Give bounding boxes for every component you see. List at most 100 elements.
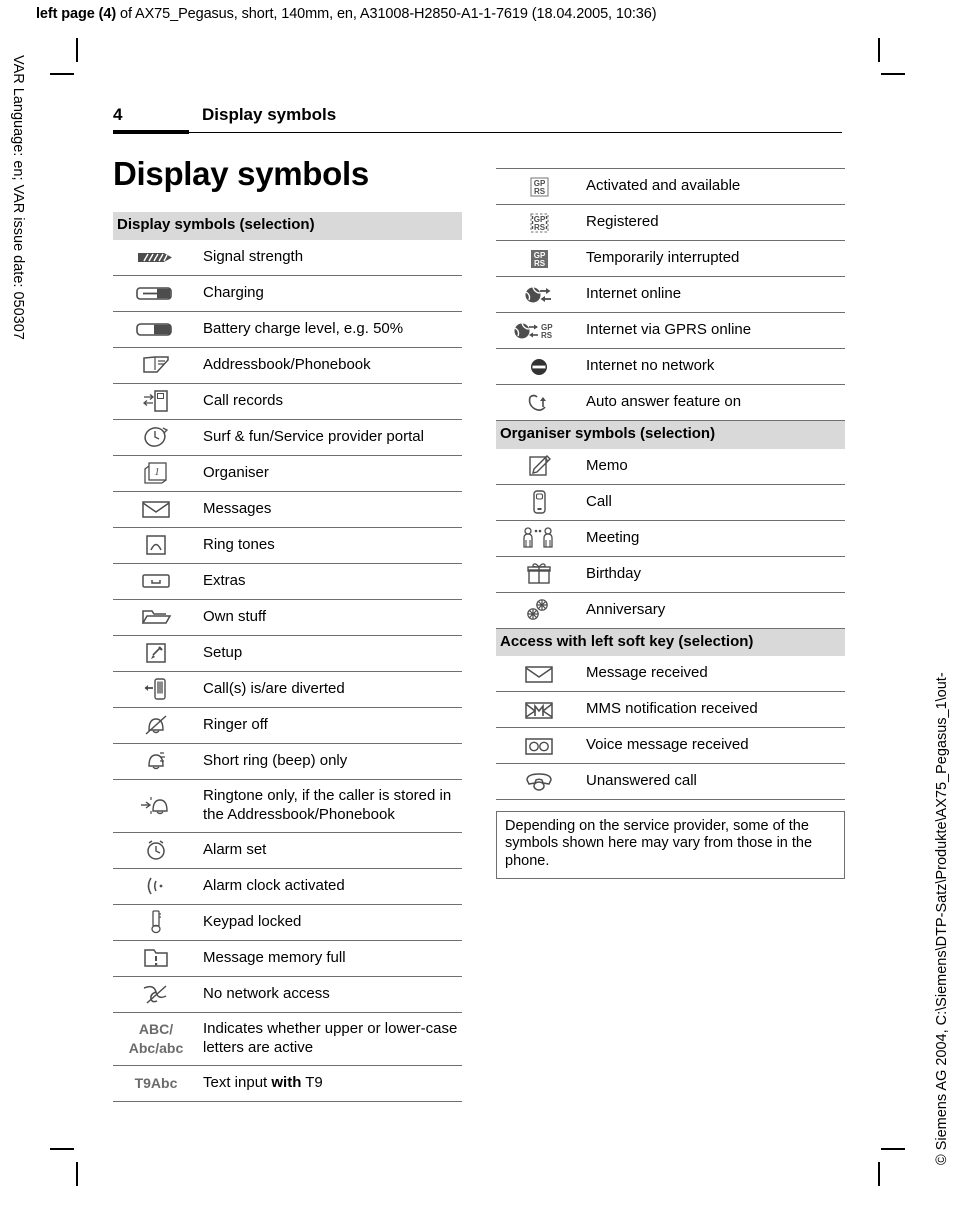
alarm-clock-icon <box>113 869 199 904</box>
sidebar-copyright: © Siemens AG 2004, C:\Siemens\DTP-Satz\P… <box>934 672 950 1165</box>
row-label: Ring tones <box>203 535 275 553</box>
table-row: Signal strength <box>113 240 462 276</box>
gprs-available-icon: GP RS <box>496 169 582 204</box>
internet-gprs-online-icon: GP RS <box>496 313 582 348</box>
running-head-title: Display symbols <box>202 105 337 124</box>
table-row: Call records <box>113 384 462 420</box>
row-label: Keypad locked <box>203 912 302 930</box>
table-row: T9Abc Text input with T9 <box>113 1066 462 1102</box>
ringer-off-icon <box>113 708 199 743</box>
svg-text:RS: RS <box>541 331 553 340</box>
head-rule-thick <box>113 130 189 134</box>
row-label: Birthday <box>586 564 642 582</box>
own-stuff-icon <box>113 600 199 635</box>
row-label: Memo <box>586 456 628 474</box>
t9-label: T9Abc <box>134 1074 178 1091</box>
message-memory-full-icon <box>113 941 199 976</box>
row-label: Meeting <box>586 528 640 546</box>
table-row: Anniversary <box>496 593 845 629</box>
crop-mark-top-left-horizontal <box>50 73 74 75</box>
anniversary-icon <box>496 593 582 628</box>
row-label: Ringer off <box>203 715 268 733</box>
row-label: Text input with T9 <box>199 1069 462 1097</box>
message-received-icon <box>496 656 582 691</box>
row-label: Indicates whether upper or lower-case le… <box>203 1020 458 1056</box>
call-icon <box>496 485 582 520</box>
row-label: Battery charge level, e.g. 50% <box>203 319 404 337</box>
section-header-softkey: Access with left soft key (selection) <box>496 628 845 656</box>
row-label: Short ring (beep) only <box>203 751 348 769</box>
section-header-display-symbols: Display symbols (selection) <box>113 212 462 240</box>
svg-text:RS: RS <box>534 187 546 196</box>
short-ring-icon <box>113 744 199 779</box>
table-row: Ring tones <box>113 528 462 564</box>
slug-details: of AX75_Pegasus, short, 140mm, en, A3100… <box>116 6 657 22</box>
table-row: GP RS Activated and available <box>496 169 845 205</box>
table-row: Message memory full <box>113 941 462 977</box>
signal-strength-icon <box>113 240 199 275</box>
table-row: ABC/ Abc/abc Indicates whether upper or … <box>113 1013 462 1066</box>
table-row: GP RS Internet via GPRS online <box>496 313 845 349</box>
auto-answer-icon <box>496 385 582 420</box>
row-label: Addressbook/Phonebook <box>203 355 371 373</box>
table-row: Ringer off <box>113 708 462 744</box>
table-row: Messages <box>113 492 462 528</box>
head-rule <box>113 132 842 133</box>
table-row: Internet no network <box>496 349 845 385</box>
ring-tones-icon <box>113 528 199 563</box>
table-row: Alarm clock activated <box>113 869 462 905</box>
row-label: Call <box>586 492 612 510</box>
row-label: No network access <box>203 984 330 1002</box>
table-row: Meeting <box>496 521 845 557</box>
row-label: Internet no network <box>586 357 715 375</box>
row-label: MMS notification received <box>586 700 758 718</box>
table-row: Voice message received <box>496 728 845 764</box>
table-row: Call <box>496 485 845 521</box>
t9-text-bold: with <box>271 1073 302 1091</box>
crop-mark-top-right-vertical <box>878 38 880 62</box>
row-label: Messages <box>203 499 272 517</box>
mms-notification-icon <box>496 692 582 727</box>
crop-mark-bottom-left-vertical <box>76 1162 78 1186</box>
voice-message-icon <box>496 728 582 763</box>
table-row: MMS notification received <box>496 692 845 728</box>
svg-text:RS: RS <box>534 223 546 232</box>
section-header-organiser: Organiser symbols (selection) <box>496 421 845 449</box>
gprs-interrupted-icon: GP RS <box>496 241 582 276</box>
birthday-icon <box>496 557 582 592</box>
row-label: Auto answer feature on <box>586 393 742 411</box>
row-label: Setup <box>203 643 243 661</box>
table-row: Message received <box>496 656 845 692</box>
row-label: Alarm clock activated <box>203 876 345 894</box>
case-indicator-line1: ABC/ <box>138 1021 174 1038</box>
svg-text:1: 1 <box>154 466 160 478</box>
provider-note: Depending on the service provider, some … <box>496 811 845 880</box>
gprs-registered-icon: GP RS <box>496 205 582 240</box>
row-label: Voice message received <box>586 736 749 754</box>
table-row: GP RS Temporarily interrupted <box>496 241 845 277</box>
internet-no-network-icon <box>496 349 582 384</box>
row-label: Surf & fun/Service provider portal <box>203 427 424 445</box>
table-row: Unanswered call <box>496 764 845 800</box>
ringtone-filtered-icon <box>113 780 199 832</box>
table-row: Alarm set <box>113 833 462 869</box>
row-label: Internet via GPRS online <box>586 321 752 339</box>
row-label: Unanswered call <box>586 772 697 790</box>
row-label: Activated and available <box>586 177 741 195</box>
table-row: Battery charge level, e.g. 50% <box>113 312 462 348</box>
row-label: Registered <box>586 213 659 231</box>
table-row: Charging <box>113 276 462 312</box>
page-number: 4 <box>113 105 123 124</box>
table-row: GP RS Registered <box>496 205 845 241</box>
row-label: Extras <box>203 571 246 589</box>
row-label: Alarm set <box>203 840 267 858</box>
table-row: Call(s) is/are diverted <box>113 672 462 708</box>
setup-icon <box>113 636 199 671</box>
internet-online-icon <box>496 277 582 312</box>
messages-icon <box>113 492 199 527</box>
addressbook-icon <box>113 348 199 383</box>
imposition-slug: left page (4) of AX75_Pegasus, short, 14… <box>36 6 657 22</box>
sidebar-var-info: VAR Language: en; VAR issue date: 050307 <box>10 55 26 340</box>
no-network-icon <box>113 977 199 1012</box>
t9-text-pre: Text input <box>203 1073 272 1091</box>
